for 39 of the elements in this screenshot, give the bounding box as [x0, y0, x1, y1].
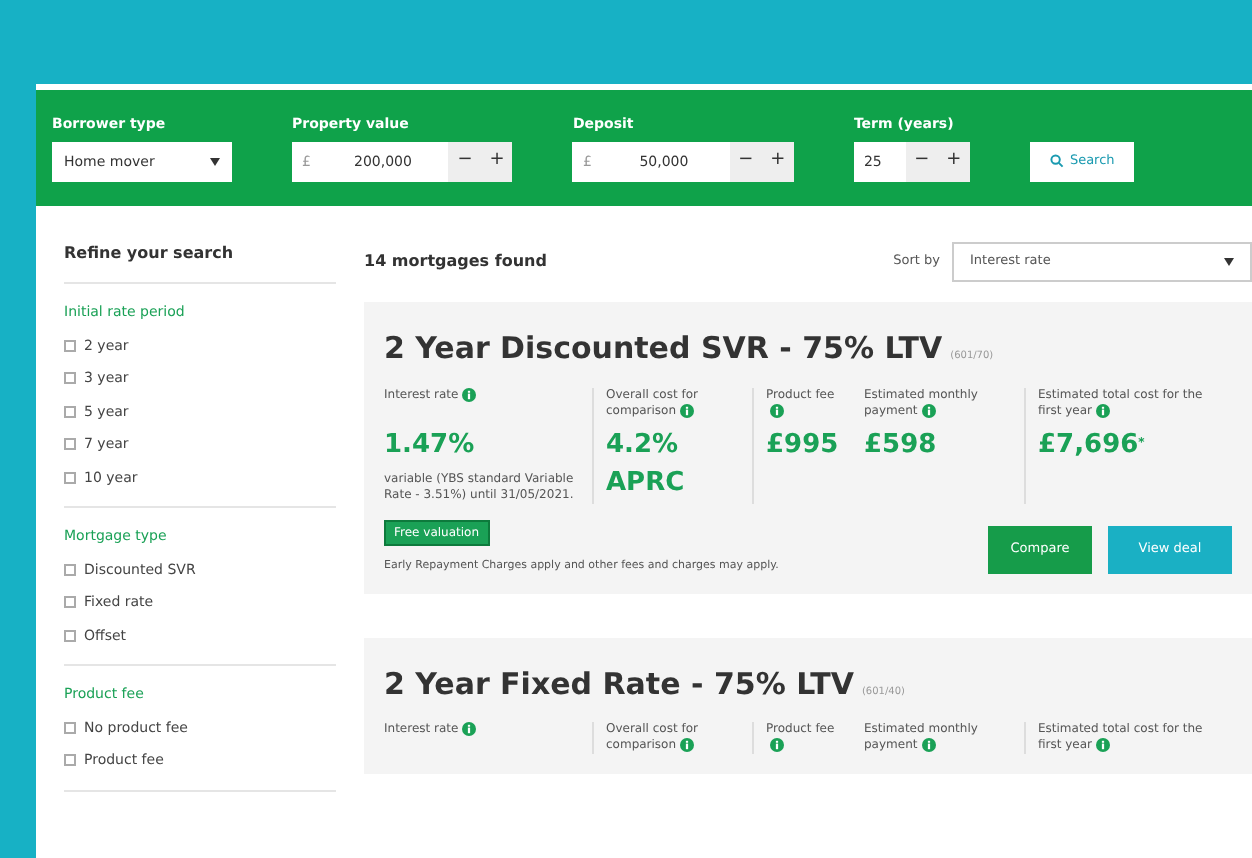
plus-button[interactable]: +: [937, 141, 970, 182]
caret-icon: [210, 157, 220, 166]
info-icon[interactable]: [680, 738, 695, 753]
checkbox[interactable]: [64, 471, 76, 484]
info-icon[interactable]: [462, 722, 477, 737]
results-count: 14 mortgages found: [364, 250, 547, 274]
mortgage-title: 2 Year Discounted SVR - 75% LTV: [384, 328, 943, 370]
aprc-label: APRC: [606, 471, 687, 495]
info-icon[interactable]: [921, 738, 936, 753]
info-icon[interactable]: [921, 403, 936, 417]
minus-button[interactable]: −: [905, 141, 938, 182]
info-icon[interactable]: [680, 403, 695, 417]
checkbox[interactable]: [64, 563, 76, 576]
plus-button[interactable]: +: [761, 141, 794, 182]
checkbox[interactable]: [64, 438, 76, 451]
info-icon[interactable]: [770, 738, 784, 753]
checkbox[interactable]: [64, 372, 76, 385]
caret-icon: [1224, 258, 1234, 266]
checkbox[interactable]: [64, 721, 76, 734]
sidebar-title: Refine your search: [64, 242, 336, 284]
info-icon[interactable]: [770, 403, 784, 417]
column-value: £995: [766, 431, 841, 459]
info-icon[interactable]: [462, 387, 477, 401]
mortgage-title: 2 Year Fixed Rate - 75% LTV: [384, 663, 854, 706]
minus-button[interactable]: −: [729, 141, 762, 182]
info-icon[interactable]: [1096, 403, 1111, 417]
column-value: £7,696$^{*}$: [1038, 431, 1147, 459]
minus-button[interactable]: −: [448, 141, 481, 182]
column-value: £598: [864, 431, 939, 459]
checkbox[interactable]: [64, 596, 76, 609]
search-icon: [1049, 154, 1064, 168]
column-value: 1.47%: [384, 431, 477, 459]
plus-button[interactable]: +: [480, 141, 513, 182]
column-value: 4.2%: [606, 431, 681, 459]
info-icon[interactable]: [1096, 738, 1111, 753]
checkbox[interactable]: [64, 754, 76, 767]
checkbox[interactable]: [64, 339, 76, 352]
checkbox[interactable]: [64, 405, 76, 418]
checkbox[interactable]: [64, 629, 76, 642]
